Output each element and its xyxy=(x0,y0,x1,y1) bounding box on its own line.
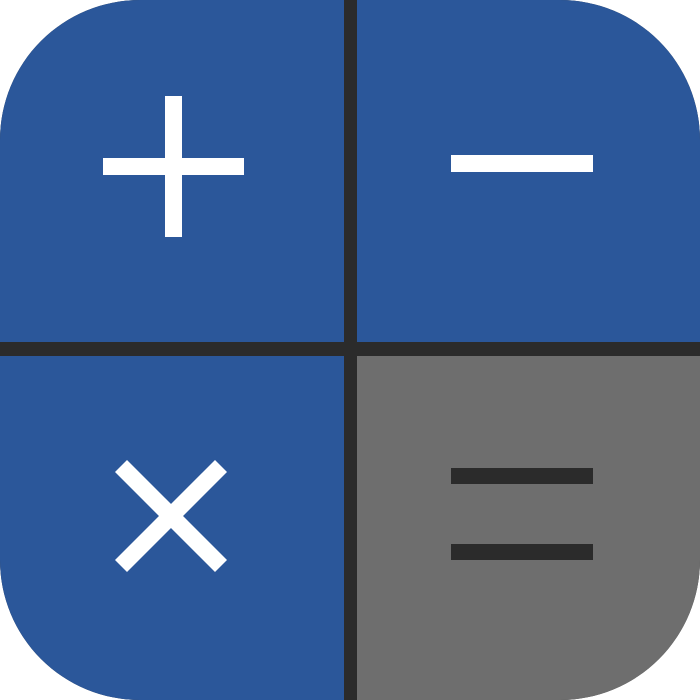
minus-icon xyxy=(451,155,593,172)
calculator-app-icon[interactable] xyxy=(0,0,700,700)
plus-icon xyxy=(103,96,244,237)
minus-key[interactable] xyxy=(357,0,700,342)
multiply-icon xyxy=(114,459,228,573)
plus-key[interactable] xyxy=(0,0,344,342)
equals-icon xyxy=(451,468,593,560)
equals-key[interactable] xyxy=(357,356,700,700)
multiply-key[interactable] xyxy=(0,356,344,700)
